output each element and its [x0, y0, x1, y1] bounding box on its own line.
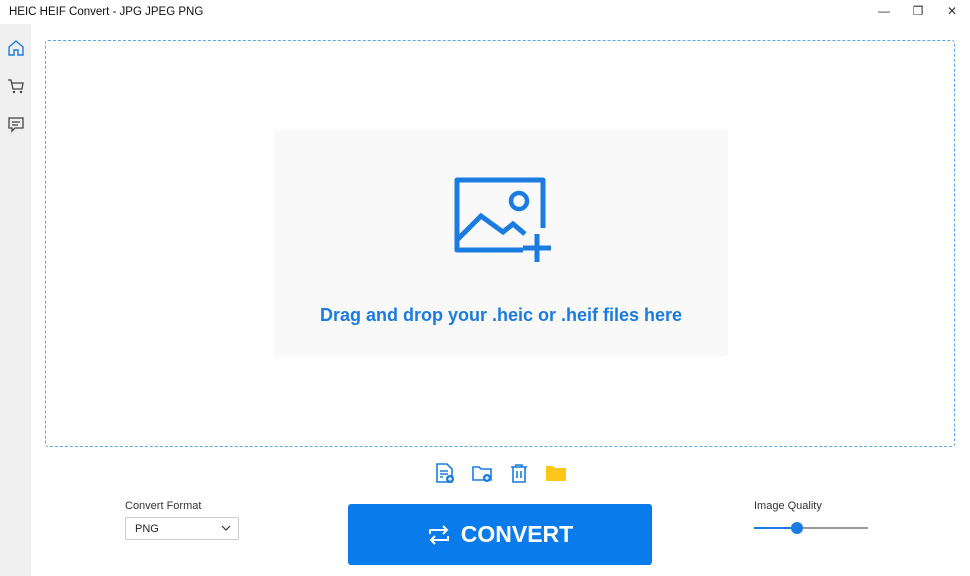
slider-thumb[interactable]	[791, 522, 804, 534]
add-folder-icon	[472, 466, 492, 482]
add-file-icon	[436, 463, 454, 483]
add-folder-button[interactable]	[471, 462, 493, 484]
convert-button[interactable]: CONVERT	[348, 504, 652, 565]
sidebar-item-feedback[interactable]	[6, 114, 26, 134]
slider-track	[797, 527, 868, 529]
delete-button[interactable]	[508, 462, 530, 484]
convert-format-select[interactable]: PNG	[125, 517, 239, 540]
drop-instructions: Drag and drop your .heic or .heif files …	[319, 305, 683, 325]
convert-format-label: Convert Format	[125, 500, 202, 512]
home-icon	[8, 40, 24, 56]
window-title: HEIC HEIF Convert - JPG JPEG PNG	[9, 6, 204, 18]
sidebar	[0, 24, 31, 576]
image-quality-slider[interactable]	[754, 520, 868, 536]
image-quality-label: Image Quality	[754, 500, 822, 512]
convert-format-value: PNG	[135, 523, 159, 535]
sidebar-item-home[interactable]	[6, 38, 26, 58]
close-button[interactable]: ✕	[942, 4, 962, 20]
sidebar-item-store[interactable]	[6, 76, 26, 96]
restore-button[interactable]: ❐	[908, 4, 928, 20]
add-image-icon	[454, 177, 551, 262]
cart-icon	[8, 79, 24, 94]
feedback-icon	[8, 117, 24, 133]
chevron-down-icon	[221, 525, 231, 531]
convert-label: CONVERT	[460, 521, 574, 547]
drop-zone[interactable]: Drag and drop your .heic or .heif files …	[45, 40, 955, 447]
add-files-button[interactable]	[434, 462, 456, 484]
open-output-folder-button[interactable]	[545, 462, 567, 484]
delete-icon	[511, 464, 527, 483]
drop-area[interactable]: Drag and drop your .heic or .heif files …	[274, 130, 728, 357]
convert-icon	[428, 524, 449, 545]
title-bar: HEIC HEIF Convert - JPG JPEG PNG — ❐ ✕	[0, 0, 970, 24]
open-folder-icon	[546, 466, 566, 481]
minimize-button[interactable]: —	[874, 4, 894, 20]
